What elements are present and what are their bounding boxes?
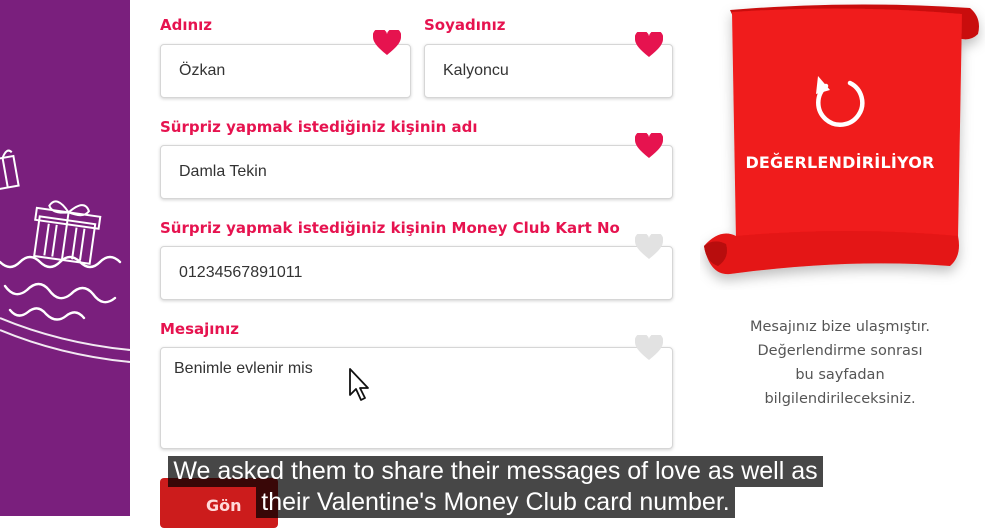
status-info-line: bilgilendirileceksiniz. xyxy=(764,391,916,407)
cursor-arrow-icon xyxy=(349,368,369,401)
recipient-card-input[interactable]: 01234567891011 xyxy=(160,246,673,300)
message-label: Mesajınız xyxy=(160,320,239,338)
recipient-name-label: Sürpriz yapmak istediğiniz kişinin adı xyxy=(160,118,478,136)
subtitle-line: their Valentine's Money Club card number… xyxy=(256,487,735,518)
status-info-line: Değerlendirme sonrası xyxy=(757,343,923,359)
message-textarea[interactable]: Benimle evlenir mis xyxy=(160,347,673,449)
video-subtitles: We asked them to share their messages of… xyxy=(0,456,991,518)
last-name-label: Soyadınız xyxy=(424,16,506,34)
status-info: Mesajınız bize ulaşmıştır. Değerlendirme… xyxy=(720,315,960,411)
heart-icon xyxy=(635,133,663,158)
first-name-label: Adınız xyxy=(160,16,213,34)
subtitle-line: We asked them to share their messages of… xyxy=(168,456,823,487)
status-info-line: bu sayfadan xyxy=(795,367,885,383)
recipient-card-label: Sürpriz yapmak istediğiniz kişinin Money… xyxy=(160,219,620,237)
heart-icon xyxy=(635,335,663,360)
gift-icon xyxy=(33,200,102,265)
recipient-name-input[interactable]: Damla Tekin xyxy=(160,145,673,199)
status-info-line: Mesajınız bize ulaşmıştır. xyxy=(749,319,931,335)
heart-icon xyxy=(635,234,663,259)
heart-icon xyxy=(373,30,401,55)
heart-icon xyxy=(635,32,663,57)
gift-decoration xyxy=(0,149,130,363)
decorative-sidebar xyxy=(0,0,130,516)
status-ribbon xyxy=(704,4,979,275)
status-title: DEĞERLENDİRİLİYOR xyxy=(745,153,935,172)
